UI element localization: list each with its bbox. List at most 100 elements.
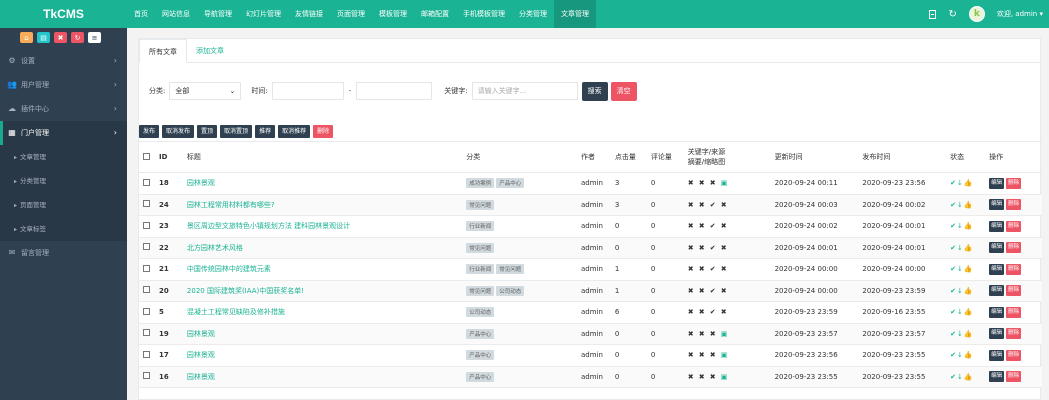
published-icon[interactable]: ✔ [950, 222, 956, 230]
edit-button[interactable]: 编辑 [989, 285, 1005, 297]
published-icon[interactable]: ✔ [950, 330, 956, 338]
delete-button[interactable]: 删除 [1006, 242, 1022, 254]
published-icon[interactable]: ✔ [950, 179, 956, 187]
row-title-link[interactable]: 园林景观 [187, 179, 215, 187]
user-menu[interactable]: 欢迎, admin ▾ [997, 9, 1043, 19]
row-title-link[interactable]: 混凝土工程常见缺陷及修补措施 [187, 308, 285, 316]
batch-action-1[interactable]: 取消发布 [162, 125, 195, 138]
recommend-icon[interactable]: 👍 [964, 373, 973, 381]
top-icon[interactable]: ↓ [957, 308, 963, 316]
row-title-link[interactable]: 园林景观 [187, 330, 215, 338]
app-logo[interactable]: TkCMS [0, 0, 127, 28]
category-select[interactable]: 全部 ⌄ [169, 82, 242, 100]
row-title-link[interactable]: 景区周边型文旅特色小镇规划方法 建科园林景观设计 [187, 222, 350, 230]
row-title-link[interactable]: 北方园林艺术风格 [187, 244, 243, 252]
edit-button[interactable]: 编辑 [989, 371, 1005, 383]
recommend-icon[interactable]: 👍 [964, 244, 973, 252]
batch-action-0[interactable]: 发布 [139, 125, 160, 138]
category-tag[interactable]: 行业新闻 [466, 264, 495, 275]
published-icon[interactable]: ✔ [950, 265, 956, 273]
category-tag[interactable]: 产品中心 [466, 328, 495, 339]
category-tag[interactable]: 常见问题 [466, 199, 495, 210]
recommend-icon[interactable]: 👍 [964, 179, 973, 187]
recommend-icon[interactable]: 👍 [964, 222, 973, 230]
refresh-icon[interactable]: ↻ [71, 32, 84, 43]
top-icon[interactable]: ↓ [957, 244, 963, 252]
row-checkbox[interactable] [139, 200, 156, 209]
sidebar-subitem-3[interactable]: 文章标签 [0, 217, 127, 241]
row-title-link[interactable]: 中国传统园林中的建筑元素 [187, 265, 271, 273]
delete-button[interactable]: 删除 [1006, 371, 1022, 383]
top-icon[interactable]: ↓ [957, 201, 963, 209]
published-icon[interactable]: ✔ [950, 308, 956, 316]
nav-item-7[interactable]: 邮箱配置 [414, 0, 456, 28]
sidebar-item-2[interactable]: ☁ 插件中心 › [0, 97, 127, 121]
top-icon[interactable]: ↓ [957, 330, 963, 338]
category-tag[interactable]: 产品中心 [466, 371, 495, 382]
category-tag[interactable]: 常见问题 [466, 242, 495, 253]
published-icon[interactable]: ✔ [950, 287, 956, 295]
row-checkbox[interactable] [139, 329, 156, 338]
keyword-input[interactable]: 请输入关键字... [471, 82, 578, 100]
category-tag[interactable]: 产品中心 [466, 350, 495, 361]
row-checkbox[interactable] [139, 243, 156, 252]
category-tag[interactable]: 常见问题 [496, 264, 525, 275]
nav-item-1[interactable]: 网站信息 [155, 0, 197, 28]
file-icon[interactable]: ▤ [37, 32, 50, 43]
clear-button[interactable]: 清空 [610, 81, 637, 101]
edit-button[interactable]: 编辑 [989, 306, 1005, 318]
row-title-link[interactable]: 2020 国际建筑奖(IAA)中国获奖名单! [187, 287, 304, 295]
category-tag[interactable]: 公司动态 [496, 285, 525, 296]
start-time-input[interactable] [271, 82, 344, 100]
category-tag[interactable]: 成功案例 [466, 178, 495, 189]
nav-item-4[interactable]: 友情链接 [288, 0, 330, 28]
category-tag[interactable]: 产品中心 [496, 178, 525, 189]
top-icon[interactable]: ↓ [957, 351, 963, 359]
home-icon[interactable]: ⌂ [20, 32, 33, 43]
category-tag[interactable]: 行业新闻 [466, 221, 495, 232]
nav-item-3[interactable]: 幻灯片管理 [239, 0, 288, 28]
recommend-icon[interactable]: 👍 [964, 287, 973, 295]
nav-item-5[interactable]: 页面管理 [330, 0, 372, 28]
row-title-link[interactable]: 园林景观 [187, 373, 215, 381]
row-checkbox[interactable] [139, 350, 156, 360]
top-icon[interactable]: ↓ [957, 287, 963, 295]
refresh-icon[interactable]: ↻ [948, 9, 956, 20]
sidebar-item-0[interactable]: ⚙ 设置 › [0, 49, 127, 73]
edit-button[interactable]: 编辑 [989, 199, 1005, 211]
row-checkbox[interactable] [139, 286, 156, 295]
recommend-icon[interactable]: 👍 [964, 265, 973, 273]
batch-action-3[interactable]: 取消置顶 [220, 125, 253, 138]
category-tag[interactable]: 公司动态 [466, 307, 495, 318]
list-icon[interactable]: ≡ [88, 32, 101, 43]
edit-button[interactable]: 编辑 [989, 177, 1005, 189]
nav-item-10[interactable]: 文章管理 [554, 0, 596, 28]
batch-action-4[interactable]: 推荐 [255, 125, 276, 138]
delete-button[interactable]: 删除 [1006, 285, 1022, 297]
top-icon[interactable]: ↓ [957, 265, 963, 273]
delete-button[interactable]: 删除 [1006, 263, 1022, 275]
edit-button[interactable]: 编辑 [989, 328, 1005, 340]
end-time-input[interactable] [356, 82, 433, 100]
nav-item-2[interactable]: 导航管理 [197, 0, 239, 28]
avatar[interactable]: k [968, 6, 985, 22]
tab-all-articles[interactable]: 所有文章 [139, 39, 187, 63]
delete-button[interactable]: 删除 [1006, 199, 1022, 211]
category-tag[interactable]: 常见问题 [466, 285, 495, 296]
delete-button[interactable]: 删除 [1006, 306, 1022, 318]
batch-action-5[interactable]: 取消推荐 [278, 125, 311, 138]
sidebar-subitem-2[interactable]: 页面管理 [0, 193, 127, 217]
sidebar-subitem-0[interactable]: 文章管理 [0, 145, 127, 169]
sidebar-item-1[interactable]: 👥 用户管理 › [0, 73, 127, 97]
published-icon[interactable]: ✔ [950, 201, 956, 209]
nav-item-8[interactable]: 手机模板管理 [456, 0, 512, 28]
recommend-icon[interactable]: 👍 [964, 201, 973, 209]
row-title-link[interactable]: 园林景观 [187, 351, 215, 359]
trash-icon[interactable]: ✖ [54, 32, 67, 43]
sidebar-subitem-1[interactable]: 分类管理 [0, 169, 127, 193]
nav-item-9[interactable]: 分类管理 [512, 0, 554, 28]
row-title-link[interactable]: 园林工程常用材料都有哪些? [187, 201, 275, 209]
sidebar-item-messages[interactable]: ✉ 留言管理 [0, 241, 127, 265]
edit-button[interactable]: 编辑 [989, 242, 1005, 254]
document-icon[interactable] [929, 9, 937, 19]
